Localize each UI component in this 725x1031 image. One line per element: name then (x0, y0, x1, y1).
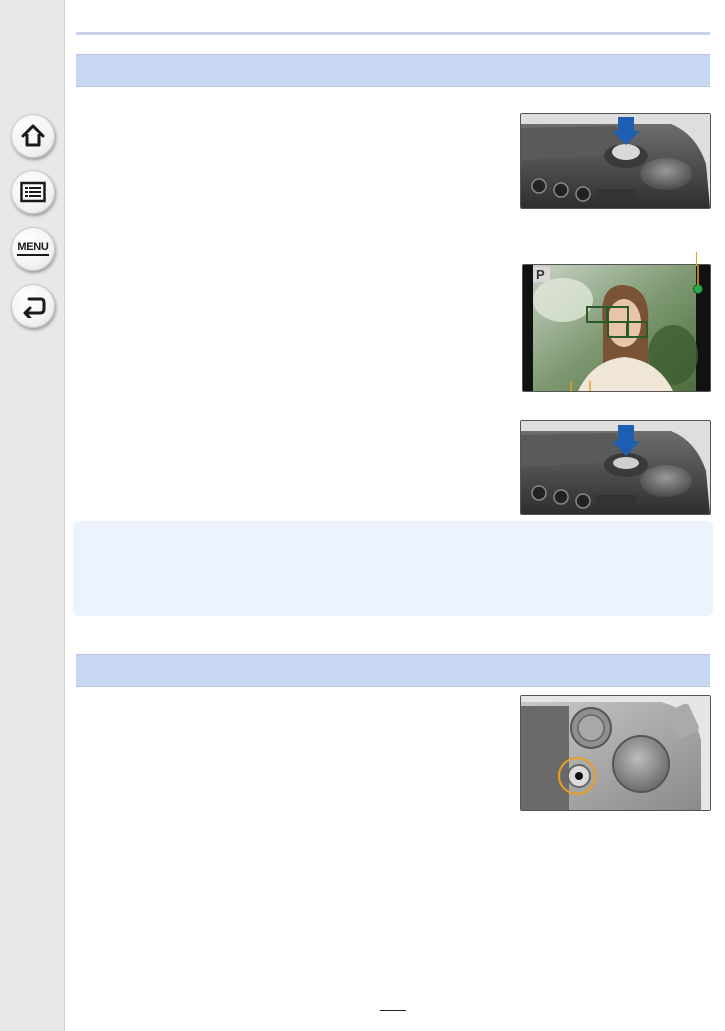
nav-sidebar: MENU (0, 0, 65, 1031)
shutter-half-press-photo (520, 113, 711, 209)
shutter-full-press-photo (520, 420, 711, 515)
contents-button[interactable] (11, 170, 55, 214)
list-icon (20, 181, 46, 203)
motion-picture-button-photo (520, 695, 711, 811)
home-button[interactable] (11, 114, 55, 158)
back-button[interactable] (11, 284, 55, 328)
note-box (73, 521, 713, 616)
mode-badge: P (536, 267, 545, 282)
header-rule (76, 32, 710, 35)
menu-label: MENU (17, 242, 49, 256)
section-heading-bar-2 (76, 654, 710, 687)
focus-indicator (693, 284, 703, 294)
home-icon (21, 124, 45, 147)
section-heading-bar-1 (76, 54, 710, 87)
viewfinder-focus-photo: P (522, 264, 711, 392)
page-number-rule (380, 1010, 406, 1011)
back-arrow-icon (23, 297, 46, 318)
callout-line (696, 252, 697, 266)
menu-button[interactable]: MENU (11, 227, 55, 271)
